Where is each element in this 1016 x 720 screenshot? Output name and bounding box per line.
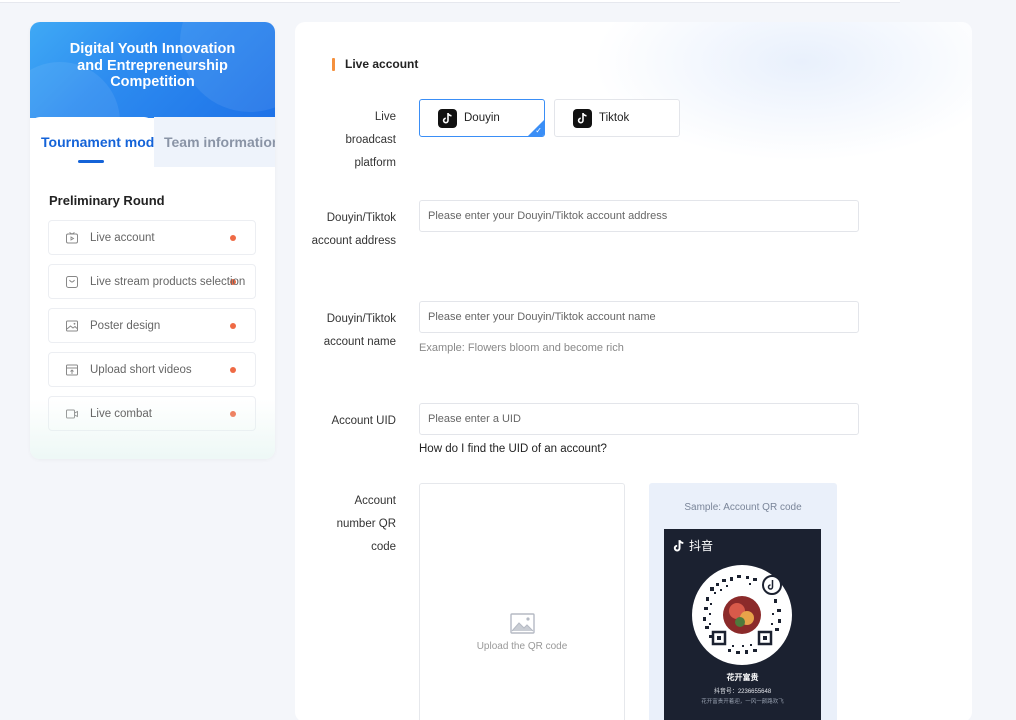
camera-icon (66, 409, 78, 418)
module-item-upload-short-videos[interactable]: Upload short videos (48, 352, 256, 387)
platform-option-label: Tiktok (599, 112, 630, 124)
qr-upload-area[interactable]: Upload the QR code (419, 483, 625, 720)
sidebar-tabs: Tournament module Team information (30, 117, 275, 167)
section-header: Live account (332, 57, 418, 71)
qr-code-graphic (692, 565, 792, 665)
section-accent-bar (332, 57, 335, 71)
account-name-input[interactable] (419, 301, 859, 333)
status-dot (230, 323, 236, 329)
qr-brand-name: 抖音 (689, 539, 714, 553)
module-label: Upload short videos (90, 363, 192, 376)
status-dot (230, 411, 236, 417)
qr-code-label: Account number QR code (336, 495, 396, 553)
module-label: Live account (90, 231, 155, 244)
competition-header: Digital Youth Innovation and Entrepreneu… (30, 22, 275, 118)
account-uid-input[interactable] (419, 403, 859, 435)
sample-qr-title: Sample: Account QR code (684, 502, 802, 513)
bag-icon (66, 275, 78, 288)
module-item-live-combat[interactable]: Live combat (48, 396, 256, 431)
sample-qr-panel: Sample: Account QR code 抖音 花开富贵 抖音号：2236… (649, 483, 837, 720)
video-upload-icon (66, 364, 78, 375)
module-label: Poster design (90, 319, 161, 332)
platform-option-douyin[interactable]: Douyin ✓ (419, 99, 545, 137)
status-dot (230, 367, 236, 373)
competition-sidebar: Digital Youth Innovation and Entrepreneu… (30, 22, 275, 459)
round-title: Preliminary Round (49, 193, 165, 208)
module-list: Live account Live stream products select… (48, 220, 256, 440)
image-placeholder-icon (510, 613, 535, 634)
tiktok-logo-icon (573, 108, 592, 128)
douyin-logo-icon (438, 108, 457, 128)
module-label: Live combat (90, 407, 153, 420)
platform-option-label: Douyin (464, 112, 500, 124)
tab-team-information[interactable]: Team information (154, 117, 275, 167)
top-divider (0, 0, 900, 3)
competition-title: Digital Youth Innovation and Entrepreneu… (69, 41, 236, 90)
qr-account-name: 花开富贵 (726, 673, 759, 682)
qr-account-desc: 花开富贵开着迎，一风一颜路欢飞 (701, 699, 784, 705)
module-item-poster-design[interactable]: Poster design (48, 308, 256, 343)
module-label: Live stream products selection (90, 275, 246, 288)
active-tab-indicator (78, 160, 104, 163)
account-address-input[interactable] (419, 200, 859, 232)
image-icon (66, 320, 78, 331)
account-name-label: Douyin/Tiktok account name (323, 313, 396, 348)
uid-help-link[interactable]: How do I find the UID of an account? (419, 443, 607, 455)
upload-qr-text: Upload the QR code (476, 641, 568, 652)
douyin-brand: 抖音 (672, 537, 713, 554)
check-icon: ✓ (535, 126, 542, 135)
header-glow (592, 22, 972, 162)
platform-label: Live broadcast platform (345, 111, 396, 169)
live-icon (66, 231, 78, 243)
module-item-products-selection[interactable]: Live stream products selection (48, 264, 256, 299)
section-title: Live account (345, 57, 419, 71)
platform-option-tiktok[interactable]: Tiktok (554, 99, 680, 137)
account-address-label: Douyin/Tiktok account address (311, 212, 396, 247)
account-uid-label: Account UID (331, 415, 396, 427)
qr-account-id: 抖音号：2236655648 (713, 689, 772, 695)
account-name-hint: Example: Flowers bloom and become rich (419, 342, 624, 354)
sample-qr-image: 抖音 花开富贵 抖音号：2236655648 花开富贵开着迎，一风一颜路欢飞 (664, 529, 821, 720)
douyin-logo-icon (673, 539, 684, 551)
module-item-live-account[interactable]: Live account (48, 220, 256, 255)
status-dot (230, 235, 236, 241)
